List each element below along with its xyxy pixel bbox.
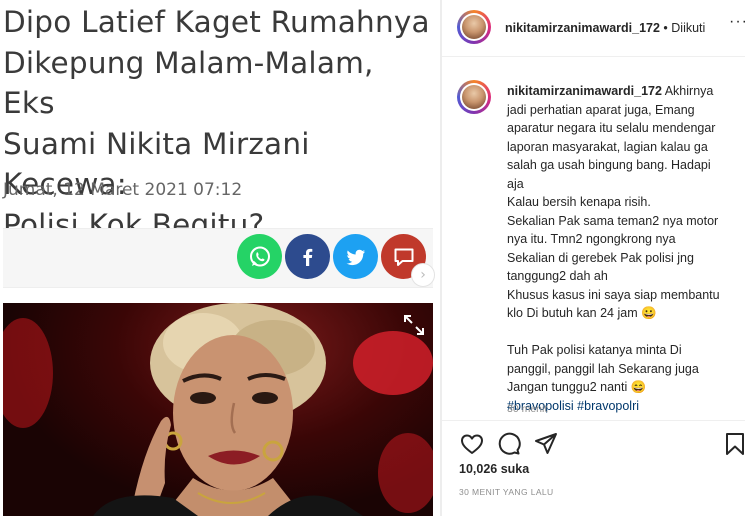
caption-line: aja <box>507 176 524 191</box>
woman-portrait-image <box>3 303 433 516</box>
caption-timestamp: 30 menit <box>507 403 548 415</box>
header-username[interactable]: nikitamirzanimawardi_172 <box>505 21 660 35</box>
like-count[interactable]: 10,026 suka <box>459 462 529 476</box>
caption-line: laporan masyarakat, lagian kalau ga <box>507 139 708 154</box>
caption-line: Jangan tunggu2 nanti 😄 <box>507 380 647 394</box>
caption-line: nikitamirzanimawardi_172 Akhirnya <box>507 82 737 101</box>
headline-line: Dipo Latief Kaget Rumahnya <box>3 5 430 39</box>
follow-status[interactable]: • Diikuti <box>660 21 705 35</box>
caption-line: klo Di butuh kan 24 jam 😀 <box>507 306 657 320</box>
facebook-share-button[interactable] <box>285 234 330 279</box>
caption-line: Kalau bersih kenapa risih. <box>507 195 651 209</box>
post-caption: nikitamirzanimawardi_172 Akhirnya jadi p… <box>507 82 737 415</box>
avatar-image <box>462 15 486 39</box>
twitter-share-button[interactable] <box>333 234 378 279</box>
caption-line: jadi perhatian aparat juga, Emang <box>507 102 695 117</box>
headline-line: Dikepung Malam-Malam, Eks <box>3 45 374 121</box>
news-article: Dipo Latief Kaget Rumahnya Dikepung Mala… <box>0 0 440 516</box>
caption-avatar[interactable] <box>457 80 491 114</box>
share-icon[interactable] <box>533 431 559 457</box>
facebook-icon <box>302 248 312 266</box>
article-date: Jumat, 12 Maret 2021 07:12 <box>3 180 243 200</box>
more-options-icon[interactable]: ··· <box>729 13 745 31</box>
caption-username[interactable]: nikitamirzanimawardi_172 <box>507 84 662 98</box>
article-photo[interactable] <box>3 303 433 516</box>
avatar[interactable] <box>457 10 491 44</box>
caption-text: Akhirnya <box>661 84 714 98</box>
header-user-line: nikitamirzanimawardi_172 • Diikuti <box>505 19 705 37</box>
heart-icon[interactable] <box>459 431 485 457</box>
bookmark-icon[interactable] <box>722 431 745 457</box>
post-time-ago: 30 MENIT YANG LALU <box>459 487 554 497</box>
post-header: nikitamirzanimawardi_172 • Diikuti ··· <box>442 0 745 57</box>
share-scroll-arrow-icon[interactable]: › <box>411 263 435 287</box>
speech-bubble-icon <box>394 248 413 266</box>
caption-line: Sekalian Pak sama teman2 nya motor <box>507 213 719 228</box>
whatsapp-share-button[interactable] <box>237 234 282 279</box>
caption-line: tanggung2 dah ah <box>507 269 608 283</box>
article-headline[interactable]: Dipo Latief Kaget Rumahnya Dikepung Mala… <box>3 2 433 245</box>
whatsapp-icon <box>249 246 270 266</box>
caption-line: nya itu. Tmn2 ngongkrong nya <box>507 232 676 246</box>
caption-line: Sekalian di gerebek Pak polisi jng <box>507 250 694 265</box>
avatar-image <box>462 85 486 109</box>
caption-line: Tuh Pak polisi katanya minta Di <box>507 343 682 357</box>
caption-line: salah ga usah bingung bang. Hadapi <box>507 158 711 172</box>
caption-line: panggil, panggil lah Sekarang juga <box>507 361 699 376</box>
caption-line: aparatur negara itu selalu mendengar <box>507 121 716 135</box>
expand-icon[interactable] <box>403 314 425 336</box>
twitter-icon <box>346 249 365 265</box>
caption-line: Khusus kasus ini saya siap membantu <box>507 287 720 302</box>
instagram-post: nikitamirzanimawardi_172 • Diikuti ··· n… <box>442 0 745 516</box>
comment-icon[interactable] <box>496 431 522 457</box>
